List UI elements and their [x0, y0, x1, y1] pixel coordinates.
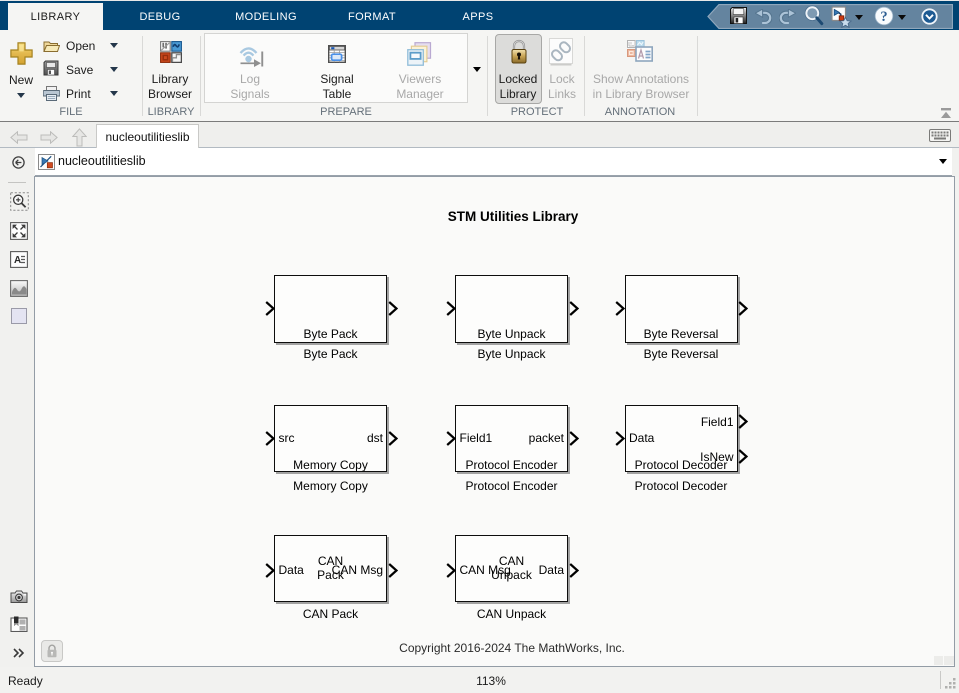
svg-text:A: A [14, 255, 21, 266]
svg-text:?: ? [880, 8, 887, 24]
